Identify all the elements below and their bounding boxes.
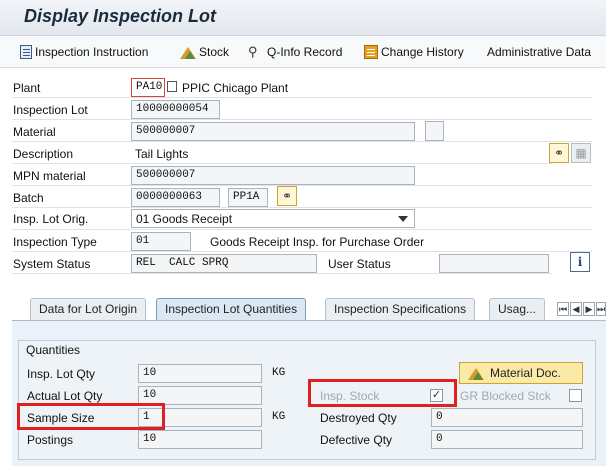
inspection-type-description: Goods Receipt Insp. for Purchase Order (210, 235, 425, 249)
divider (12, 163, 552, 164)
system-status-field[interactable]: REL CALC SPRQ (131, 254, 317, 273)
display-icon[interactable]: ▦ (571, 143, 591, 163)
q-info-record-button[interactable]: ⚲ Q-Info Record (248, 43, 342, 61)
tab-usage[interactable]: Usag... (489, 298, 546, 320)
window-title: Display Inspection Lot (24, 6, 217, 26)
glasses-icon[interactable]: ⚭ (277, 186, 297, 206)
sample-size-field[interactable]: 1 (138, 408, 262, 427)
tab-scroll-last-icon[interactable]: ⏭ (596, 302, 606, 316)
material-label: Material (13, 125, 56, 139)
copy-icon[interactable] (167, 81, 177, 92)
change-history-label: Change History (381, 45, 464, 59)
user-status-label: User Status (328, 257, 391, 271)
insp-stock-label: Insp. Stock (320, 389, 380, 403)
document-icon (20, 45, 32, 59)
system-status-label: System Status (13, 257, 91, 271)
administrative-data-label: Administrative Data (487, 45, 592, 59)
material-doc-label: Material Doc. (490, 366, 561, 380)
tab-inspection-specifications[interactable]: Inspection Specifications (325, 298, 476, 320)
inspection-lot-label: Inspection Lot (13, 103, 88, 117)
postings-field[interactable]: 10 (138, 430, 262, 449)
sample-size-label: Sample Size (27, 411, 95, 425)
tab-scroll-left-icon[interactable]: ◀ (570, 302, 582, 316)
divider (12, 229, 592, 230)
quantities-title: Quantities (26, 343, 81, 357)
divider (12, 141, 592, 142)
insp-lot-qty-label: Insp. Lot Qty (27, 367, 96, 381)
inspection-type-label: Inspection Type (13, 235, 97, 249)
defective-qty-field[interactable]: 0 (431, 430, 583, 449)
glasses-icon[interactable]: ⚭ (549, 143, 569, 163)
plant-description: PPIC Chicago Plant (182, 81, 289, 95)
plant-field[interactable]: PA10 (131, 78, 165, 97)
stock-button[interactable]: Stock (180, 43, 229, 61)
plant-label: Plant (13, 81, 41, 95)
stock-label: Stock (199, 45, 230, 59)
chevron-down-icon (398, 216, 408, 222)
qinfo-icon: ⚲ (248, 44, 258, 59)
insp-lot-origin-dropdown[interactable]: 01 Goods Receipt (131, 209, 415, 228)
divider (12, 97, 592, 98)
history-icon (364, 45, 378, 59)
info-icon[interactable]: i (570, 252, 590, 272)
insp-stock-checkbox[interactable]: ✓ (430, 389, 443, 402)
insp-lot-qty-field[interactable]: 10 (138, 364, 262, 383)
divider (12, 185, 592, 186)
batch-extra-field[interactable]: PP1A (228, 188, 268, 207)
divider (12, 207, 592, 208)
stock-icon (468, 366, 484, 380)
tab-scroll-right-icon[interactable]: ▶ (583, 302, 595, 316)
actual-lot-qty-label: Actual Lot Qty (27, 389, 103, 403)
title-bar: Display Inspection Lot (0, 0, 606, 36)
divider (12, 273, 552, 274)
user-status-field[interactable] (439, 254, 549, 273)
tab-data-for-lot-origin[interactable]: Data for Lot Origin (30, 298, 147, 320)
batch-label: Batch (13, 191, 44, 205)
batch-field[interactable]: 0000000063 (131, 188, 220, 207)
description-label: Description (13, 147, 74, 161)
material-field[interactable]: 500000007 (131, 122, 415, 141)
material-extra-field[interactable] (425, 121, 444, 141)
inspection-lot-field[interactable]: 10000000054 (131, 100, 220, 119)
inspection-instruction-button[interactable]: Inspection Instruction (20, 43, 148, 61)
destroyed-qty-field[interactable]: 0 (431, 408, 583, 427)
divider (12, 119, 592, 120)
insp-lot-origin-value: 01 Goods Receipt (136, 212, 233, 226)
application-toolbar: Inspection Instruction Stock ⚲ Q-Info Re… (0, 36, 606, 68)
defective-qty-label: Defective Qty (320, 433, 393, 447)
actual-lot-qty-field[interactable]: 10 (138, 386, 262, 405)
q-info-record-label: Q-Info Record (267, 45, 343, 59)
sample-size-unit: KG (272, 411, 286, 423)
administrative-data-button[interactable]: Administrative Data (487, 43, 591, 61)
gr-blocked-stock-label: GR Blocked Stck (460, 389, 551, 403)
inspection-instruction-label: Inspection Instruction (35, 45, 149, 59)
change-history-button[interactable]: Change History (364, 43, 464, 61)
destroyed-qty-label: Destroyed Qty (320, 411, 397, 425)
material-doc-button[interactable]: Material Doc. (459, 362, 583, 384)
tab-strip: Data for Lot Origin Inspection Lot Quant… (12, 298, 606, 320)
tab-scroll-first-icon[interactable]: ⏮ (557, 302, 569, 316)
stock-icon (180, 45, 196, 59)
inspection-type-field[interactable]: 01 (131, 232, 191, 251)
postings-label: Postings (27, 433, 74, 447)
divider (12, 251, 592, 252)
gr-blocked-stock-checkbox[interactable] (569, 389, 582, 402)
insp-lot-origin-label: Insp. Lot Orig. (13, 212, 89, 226)
mpn-material-label: MPN material (13, 169, 86, 183)
insp-lot-qty-unit: KG (272, 367, 286, 379)
tab-inspection-lot-quantities[interactable]: Inspection Lot Quantities (156, 298, 307, 320)
mpn-material-field[interactable]: 500000007 (131, 166, 415, 185)
description-value: Tail Lights (135, 147, 189, 161)
